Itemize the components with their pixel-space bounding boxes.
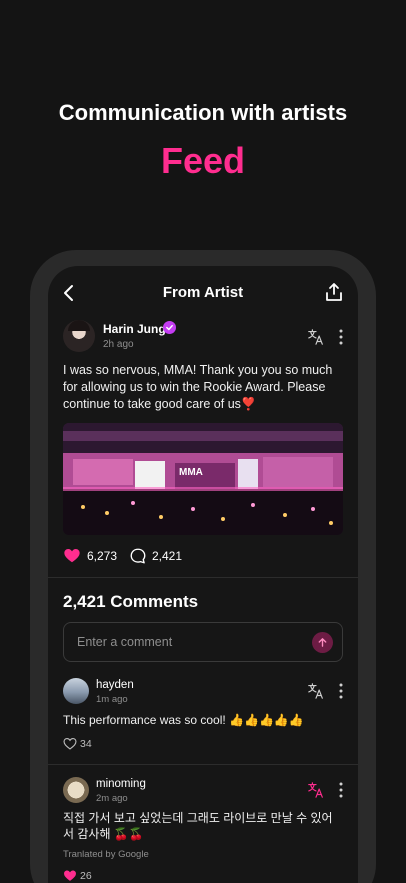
like-count: 6,273: [87, 549, 118, 563]
post-text: I was so nervous, MMA! Thank you you so …: [63, 363, 333, 411]
comments-heading: 2,421 Comments: [63, 592, 199, 611]
hero-title: Feed: [160, 140, 246, 181]
translated-note: Tranlated by Google: [63, 849, 149, 860]
comment-item: minoming 2m ago 직접 가서 보고 싶었는데 그래도 라이브로 만…: [63, 777, 348, 883]
comment-bubble-icon[interactable]: [129, 547, 147, 565]
concert-stage-image: [63, 423, 343, 535]
phone-screen: From Artist Harin Jung 2h ago I was so n…: [48, 266, 358, 883]
commenter-avatar[interactable]: [63, 777, 89, 803]
stage-sign: MMA: [179, 467, 203, 478]
send-button[interactable]: [312, 632, 333, 653]
translate-icon[interactable]: [307, 328, 325, 346]
heart-filled-icon[interactable]: [63, 547, 81, 565]
share-icon[interactable]: [324, 282, 344, 302]
hero-subtitle: Communication with artists: [58, 100, 348, 125]
commenter-name[interactable]: minoming: [96, 778, 146, 790]
commenter-avatar[interactable]: [63, 678, 89, 704]
translate-active-icon[interactable]: [307, 781, 325, 799]
comment-like-button[interactable]: 34: [63, 736, 123, 752]
comment-like-button[interactable]: 26: [63, 868, 123, 883]
comment-time: 2m ago: [96, 793, 128, 804]
divider: [48, 764, 358, 765]
comment-count: 2,421: [152, 549, 183, 563]
comment-text: This performance was so cool! 👍👍👍👍👍: [63, 713, 304, 727]
verified-badge-icon: [163, 321, 176, 334]
post-time: 2h ago: [103, 339, 134, 350]
post-image[interactable]: MMA: [63, 423, 343, 535]
heart-outline-icon: [63, 737, 77, 750]
more-options-icon[interactable]: [333, 781, 349, 799]
more-options-icon[interactable]: [333, 328, 349, 346]
artist-avatar[interactable]: [63, 320, 95, 352]
post-header: Harin Jung 2h ago: [63, 320, 348, 356]
nav-title: From Artist: [162, 284, 244, 301]
comment-like-count: 34: [80, 738, 92, 750]
comment-text: 직접 가서 보고 싶었는데 그래도 라이브로 만날 수 있어서 감사해 🍒🍒: [63, 811, 333, 841]
comment-input[interactable]: Enter a comment: [63, 622, 343, 662]
more-options-icon[interactable]: [333, 682, 349, 700]
comment-time: 1m ago: [96, 694, 128, 705]
comment-like-count: 26: [80, 870, 92, 882]
artist-name[interactable]: Harin Jung: [103, 322, 166, 336]
comment-input-placeholder: Enter a comment: [77, 635, 173, 649]
comment-item: hayden 1m ago This performance was so co…: [63, 678, 348, 758]
divider: [48, 577, 358, 578]
send-arrow-icon: [318, 638, 327, 647]
commenter-name[interactable]: hayden: [96, 679, 134, 691]
translate-icon[interactable]: [307, 682, 325, 700]
nav-bar: From Artist: [48, 266, 358, 320]
heart-filled-icon: [64, 870, 76, 881]
